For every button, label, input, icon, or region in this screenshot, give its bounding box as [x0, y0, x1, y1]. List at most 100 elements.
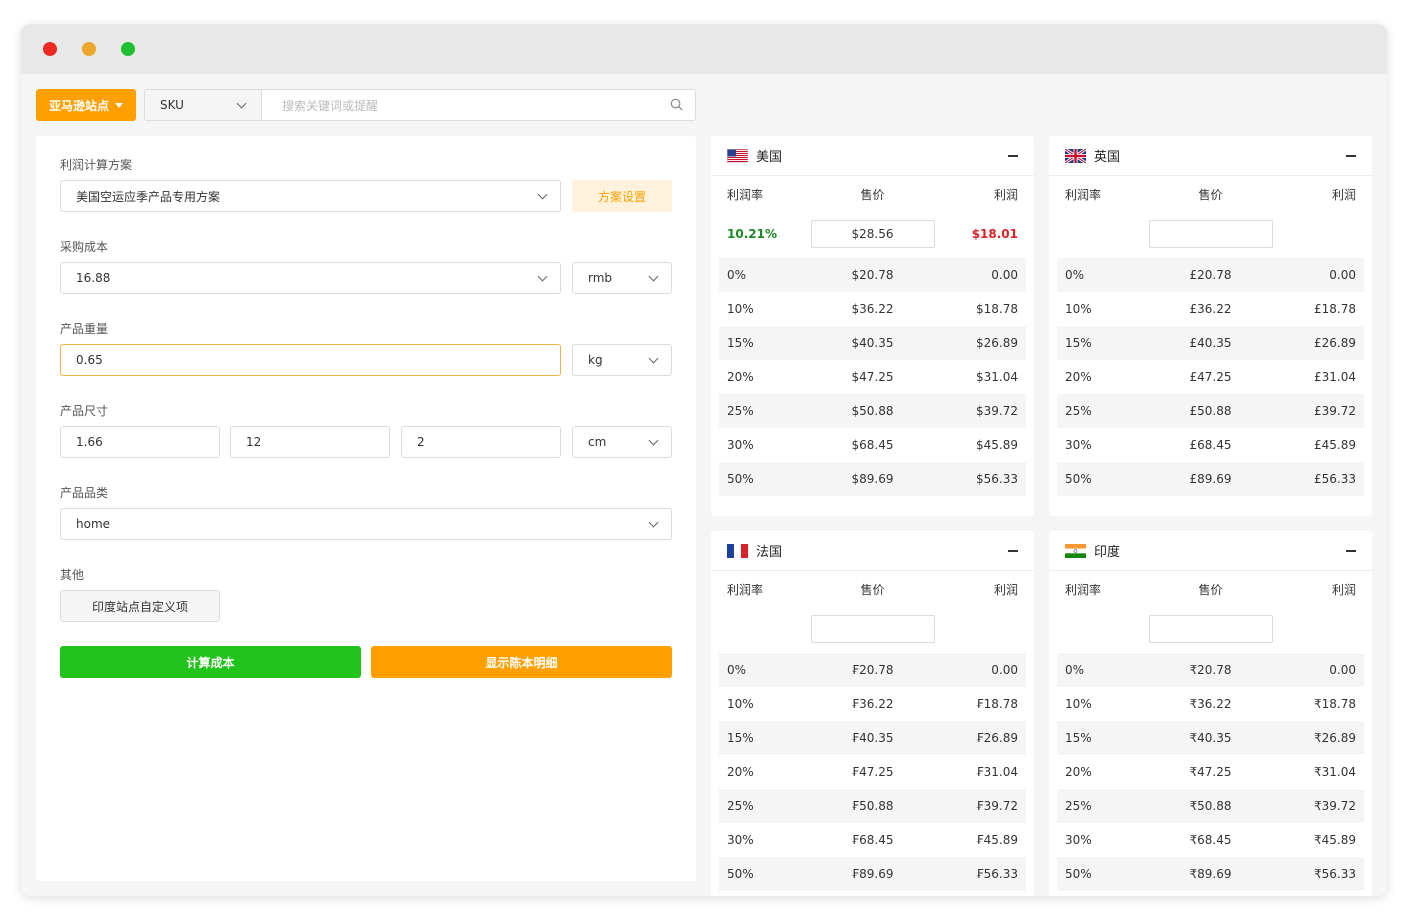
size-width-input[interactable]: 12 — [230, 426, 390, 458]
row-profit: 0.00 — [991, 268, 1018, 282]
table-row: 25% ₣50.88 ₣39.72 — [719, 789, 1026, 823]
row-price: $40.35 — [851, 336, 894, 350]
sale-price-input[interactable] — [810, 615, 935, 643]
header-rate: 利润率 — [727, 187, 764, 202]
row-profit: £18.78 — [1314, 302, 1356, 316]
collapse-icon[interactable] — [1346, 550, 1356, 552]
size-height-value: 2 — [417, 435, 425, 449]
calculated-profit: $18.01 — [971, 227, 1018, 241]
site-dropdown-label: 亚马逊站点 — [48, 98, 109, 113]
row-price: £47.25 — [1189, 370, 1232, 384]
table-header: 利润率 售价 利润 — [1049, 571, 1372, 607]
row-price: ₹36.22 — [1189, 697, 1232, 711]
category-select[interactable]: home — [60, 508, 672, 540]
size-length-input[interactable]: 1.66 — [60, 426, 220, 458]
row-price: ₹68.45 — [1189, 833, 1232, 847]
cost-input[interactable]: 16.88 — [60, 262, 561, 294]
sku-select[interactable]: SKU — [145, 90, 262, 120]
table-row: 0% £20.78 0.00 — [1057, 258, 1364, 292]
other-label: 其他 — [60, 568, 85, 582]
size-unit-select[interactable]: cm — [572, 426, 672, 458]
weight-input[interactable]: 0.65 — [60, 344, 561, 376]
calculate-cost-button[interactable]: 计算成本 — [60, 646, 361, 678]
row-profit: £45.89 — [1314, 438, 1356, 452]
title-bar — [21, 24, 1387, 74]
chevron-down-icon — [537, 189, 548, 200]
row-price: £36.22 — [1189, 302, 1232, 316]
table-row: 50% ₹89.69 ₹56.33 — [1057, 857, 1364, 891]
scheme-settings-button[interactable]: 方案设置 — [572, 180, 672, 212]
sale-price-value: $28.56 — [851, 227, 894, 241]
table-row: 15% $40.35 $26.89 — [719, 326, 1026, 360]
search-placeholder: 搜索关键词或提醒 — [282, 98, 379, 113]
row-price: ₣40.35 — [851, 731, 894, 745]
row-rate: 10% — [1065, 302, 1092, 316]
collapse-icon[interactable] — [1346, 155, 1356, 157]
market-card-header: 法国 — [711, 531, 1034, 571]
close-dot[interactable] — [43, 42, 57, 56]
row-rate: 50% — [1065, 472, 1092, 486]
row-rate: 30% — [1065, 438, 1092, 452]
search-bar: SKU 搜索关键词或提醒 — [144, 89, 696, 121]
row-profit: £31.04 — [1314, 370, 1356, 384]
scheme-select[interactable]: 美国空运应季产品专用方案 — [60, 180, 561, 212]
site-dropdown-button[interactable]: 亚马逊站点 — [36, 89, 136, 121]
sale-price-input[interactable] — [1148, 220, 1273, 248]
row-rate: 25% — [1065, 404, 1092, 418]
weight-unit-select[interactable]: kg — [572, 344, 672, 376]
row-profit: $26.89 — [976, 336, 1018, 350]
uk-flag-icon — [1065, 148, 1094, 163]
header-price: 售价 — [1198, 187, 1223, 202]
size-length-value: 1.66 — [76, 435, 103, 449]
row-profit: ₹45.89 — [1314, 833, 1356, 847]
row-price: ₹50.88 — [1189, 799, 1232, 813]
size-width-value: 12 — [246, 435, 262, 449]
sale-price-input[interactable] — [1148, 615, 1273, 643]
row-rate: 30% — [1065, 833, 1092, 847]
row-profit: 0.00 — [1329, 268, 1356, 282]
market-country-name: 美国 — [756, 150, 783, 165]
row-profit: £56.33 — [1314, 472, 1356, 486]
row-profit: $56.33 — [976, 472, 1018, 486]
table-header: 利润率 售价 利润 — [711, 176, 1034, 212]
table-header: 利润率 售价 利润 — [1049, 176, 1372, 212]
margin-table: 0% ₣20.78 0.00 10% ₣36.22 ₣18.78 15% ₣40.35 ₣26.… — [711, 651, 1034, 891]
row-profit: ₣18.78 — [976, 697, 1018, 711]
table-row: 0% $20.78 0.00 — [719, 258, 1026, 292]
calculated-row: 10.21% $28.56 $18.01 — [711, 212, 1034, 256]
row-price: £20.78 — [1189, 268, 1232, 282]
collapse-icon[interactable] — [1008, 155, 1018, 157]
row-rate: 10% — [1065, 697, 1092, 711]
india-custom-button[interactable]: 印度站点自定义项 — [60, 590, 220, 622]
row-rate: 30% — [727, 438, 754, 452]
minimize-dot[interactable] — [82, 42, 96, 56]
table-row: 30% ₹68.45 ₹45.89 — [1057, 823, 1364, 857]
row-price: ₹89.69 — [1189, 867, 1232, 881]
row-rate: 10% — [727, 302, 754, 316]
weight-unit-value: kg — [588, 353, 603, 367]
row-price: ₣50.88 — [851, 799, 894, 813]
table-row: 25% $50.88 $39.72 — [719, 394, 1026, 428]
search-icon[interactable] — [670, 98, 683, 111]
cost-unit-value: rmb — [588, 271, 613, 285]
margin-table: 0% ₹20.78 0.00 10% ₹36.22 ₹18.78 15% ₹40.35 ₹26.… — [1049, 651, 1372, 891]
row-rate: 50% — [727, 472, 754, 486]
table-row: 25% ₹50.88 ₹39.72 — [1057, 789, 1364, 823]
collapse-icon[interactable] — [1008, 550, 1018, 552]
sale-price-input[interactable]: $28.56 — [810, 220, 935, 248]
size-height-input[interactable]: 2 — [401, 426, 561, 458]
cost-unit-select[interactable]: rmb — [572, 262, 672, 294]
margin-table: 0% $20.78 0.00 10% $36.22 $18.78 15% $40.35 $26.… — [711, 256, 1034, 496]
search-input[interactable]: 搜索关键词或提醒 — [262, 90, 695, 120]
header-rate: 利润率 — [1065, 582, 1102, 597]
fr-flag-icon — [727, 543, 756, 558]
show-cost-detail-button[interactable]: 显示陈本明细 — [371, 646, 672, 678]
row-price: $36.22 — [851, 302, 894, 316]
maximize-dot[interactable] — [121, 42, 135, 56]
header-price: 售价 — [1198, 582, 1223, 597]
row-profit: $31.04 — [976, 370, 1018, 384]
row-price: $20.78 — [851, 268, 894, 282]
table-row: 20% $47.25 $31.04 — [719, 360, 1026, 394]
row-rate: 20% — [727, 370, 754, 384]
chevron-down-icon — [648, 271, 659, 282]
